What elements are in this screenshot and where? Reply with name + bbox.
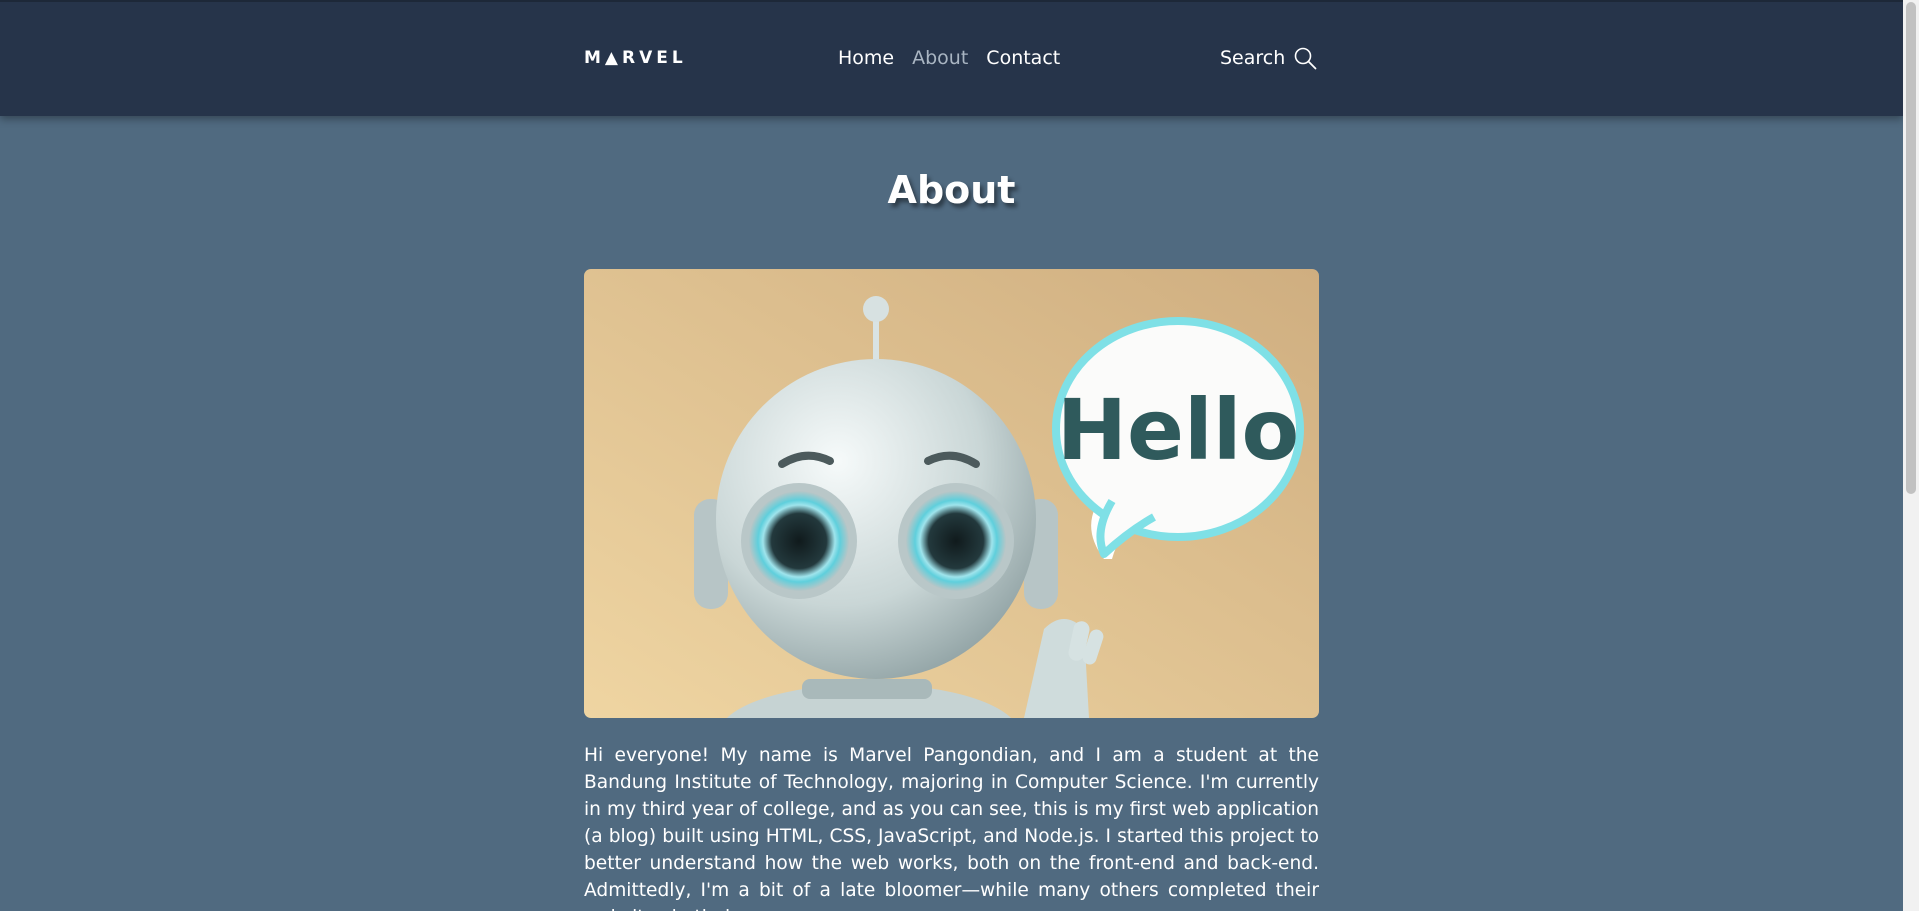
page: M▲RVEL Home About Contact Search About H… (0, 0, 1919, 911)
site-logo[interactable]: M▲RVEL (584, 48, 687, 68)
about-paragraph: Hi everyone! My name is Marvel Pangondia… (584, 745, 1319, 911)
hero-image: Hello (584, 269, 1319, 718)
search-label: Search (1220, 47, 1286, 69)
nav-about[interactable]: About (912, 47, 968, 69)
hero-bubble-text: Hello (1057, 381, 1300, 479)
search-icon[interactable] (1293, 46, 1317, 70)
page-title: About (887, 168, 1016, 212)
scrollbar[interactable] (1903, 0, 1919, 911)
nav-contact[interactable]: Contact (986, 47, 1060, 69)
scrollbar-thumb[interactable] (1906, 2, 1916, 494)
main-nav: Home About Contact (838, 47, 1060, 69)
nav-home[interactable]: Home (838, 47, 894, 69)
site-header: M▲RVEL Home About Contact Search (0, 0, 1903, 116)
search-button[interactable]: Search (1220, 46, 1317, 70)
